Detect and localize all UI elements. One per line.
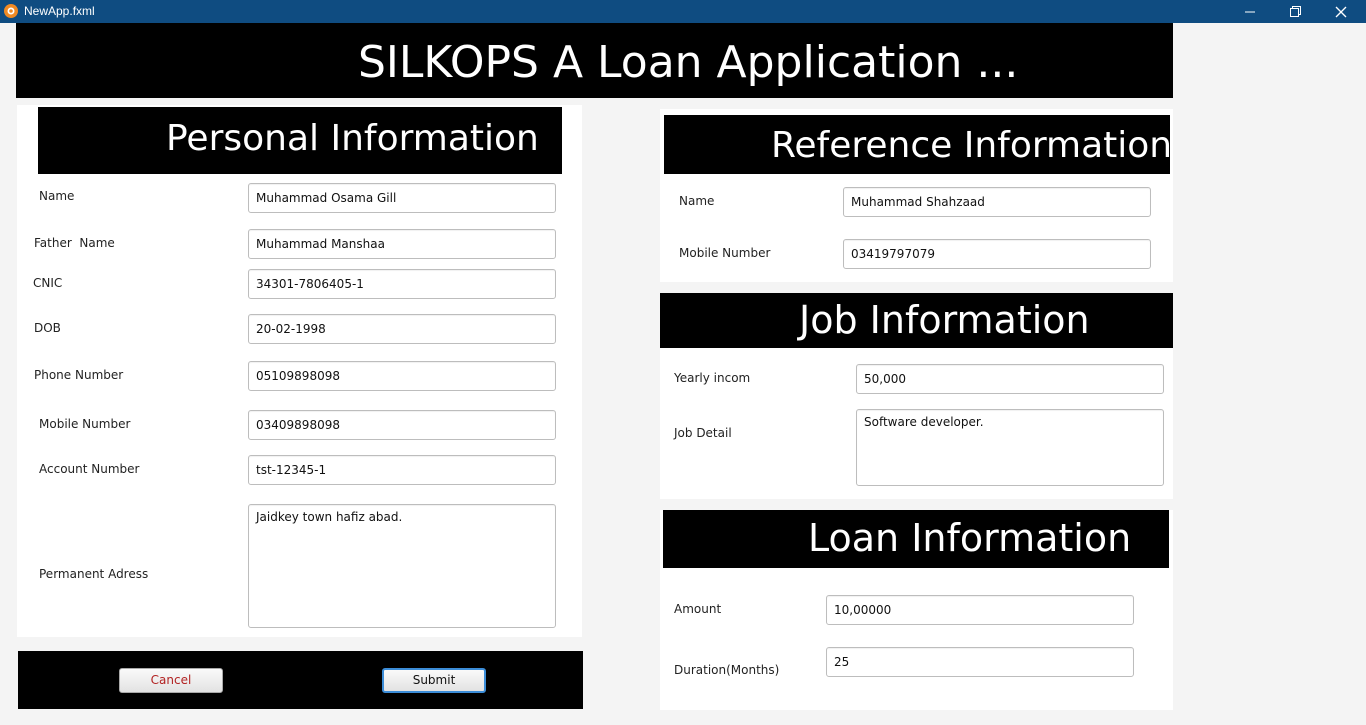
job-heading-bar: Job Information: [660, 293, 1173, 348]
minimize-button[interactable]: [1227, 0, 1273, 23]
mobile-number-field[interactable]: 03409898098: [248, 410, 556, 440]
job-heading: Job Information: [799, 298, 1090, 342]
cancel-button[interactable]: Cancel: [119, 668, 223, 693]
loan-heading-bar: Loan Information: [663, 510, 1169, 568]
father-name-field[interactable]: Muhammad Manshaa: [248, 229, 556, 259]
mobile-number-label: Mobile Number: [39, 417, 131, 431]
dob-field[interactable]: 20-02-1998: [248, 314, 556, 344]
reference-heading-bar: Reference Information: [664, 115, 1173, 174]
phone-number-field[interactable]: 05109898098: [248, 361, 556, 391]
cnic-field[interactable]: 34301-7806405-1: [248, 269, 556, 299]
name-field[interactable]: Muhammad Osama Gill: [248, 183, 556, 213]
minimize-icon: [1245, 11, 1255, 12]
close-button[interactable]: [1318, 0, 1364, 23]
reference-mobile-label: Mobile Number: [679, 246, 771, 260]
personal-heading: Personal Information: [166, 118, 539, 159]
reference-name-field[interactable]: Muhammad Shahzaad: [843, 187, 1151, 217]
app-header: SILKOPS A Loan Application ...: [16, 23, 1173, 98]
permanent-address-textarea[interactable]: Jaidkey town hafiz abad.: [248, 504, 556, 628]
close-icon: [1335, 6, 1347, 17]
father-name-label: Father Name: [34, 236, 115, 250]
yearly-income-label: Yearly incom: [674, 371, 751, 385]
personal-heading-bar: Personal Information: [38, 107, 562, 174]
name-label: Name: [39, 189, 75, 203]
job-detail-textarea[interactable]: Software developer.: [856, 409, 1164, 486]
app-icon: [4, 4, 18, 18]
window-title: NewApp.fxml: [24, 4, 95, 18]
reference-heading: Reference Information: [771, 125, 1173, 166]
duration-field[interactable]: 25: [826, 647, 1134, 677]
duration-label: Duration(Months): [674, 663, 780, 677]
submit-button[interactable]: Submit: [382, 668, 486, 693]
job-detail-label: Job Detail: [674, 426, 732, 440]
reference-mobile-field[interactable]: 03419797079: [843, 239, 1151, 269]
amount-label: Amount: [674, 602, 722, 616]
permanent-address-label: Permanent Adress: [39, 567, 149, 581]
account-number-label: Account Number: [39, 462, 140, 476]
yearly-income-field[interactable]: 50,000: [856, 364, 1164, 394]
amount-field[interactable]: 10,00000: [826, 595, 1134, 625]
cnic-label: CNIC: [33, 276, 63, 290]
reference-name-label: Name: [679, 194, 715, 208]
loan-heading: Loan Information: [808, 516, 1132, 560]
restore-icon: [1289, 6, 1301, 17]
account-number-field[interactable]: tst-12345-1: [248, 455, 556, 485]
dob-label: DOB: [34, 321, 61, 335]
action-bar: [18, 651, 583, 709]
page-title: SILKOPS A Loan Application ...: [358, 37, 1019, 88]
window-titlebar: NewApp.fxml: [0, 0, 1366, 23]
restore-button[interactable]: [1272, 0, 1318, 23]
phone-number-label: Phone Number: [34, 368, 124, 382]
